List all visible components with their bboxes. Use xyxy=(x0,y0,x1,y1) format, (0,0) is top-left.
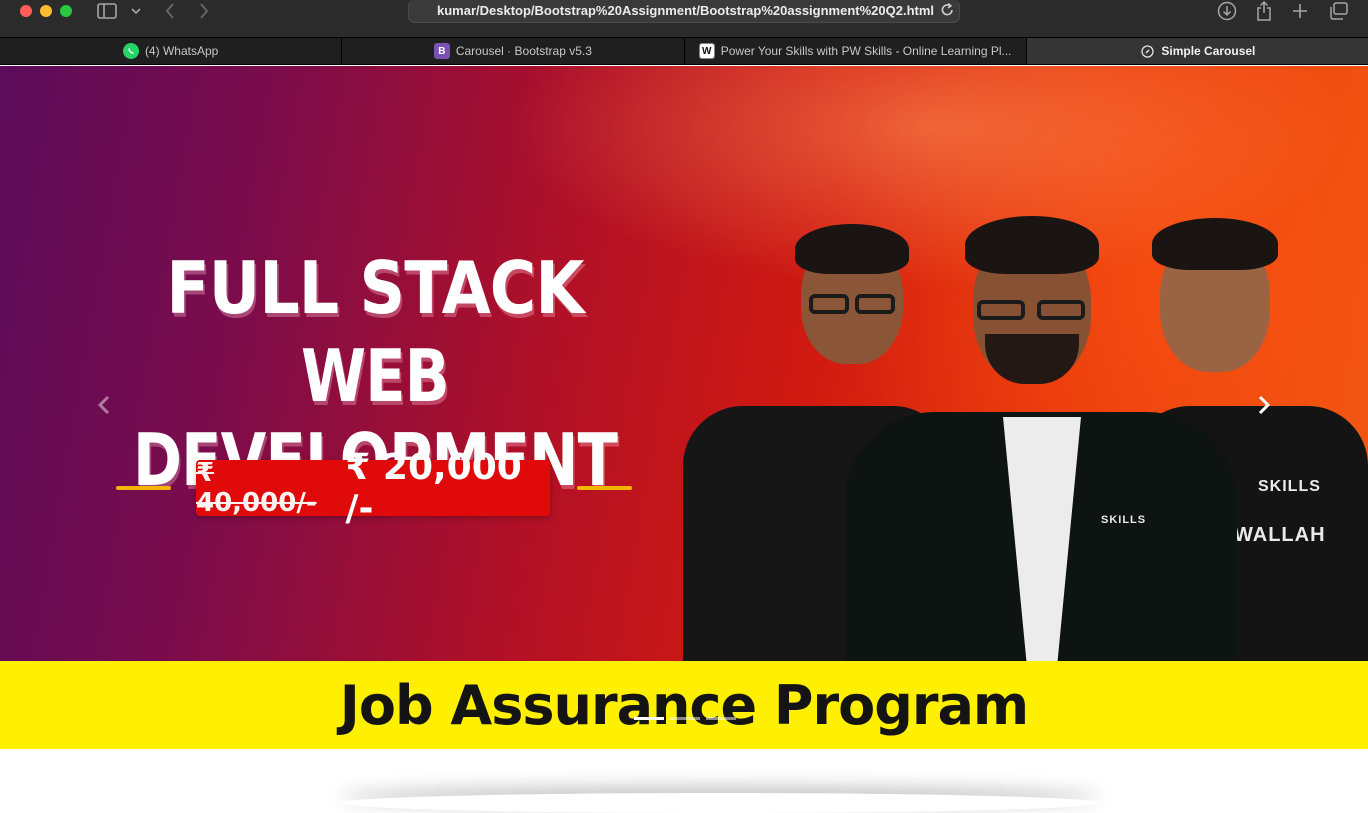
share-icon[interactable] xyxy=(1254,0,1274,22)
new-price: ₹ 20,000 /- xyxy=(345,447,522,529)
shirt-brand-text: WALLAH xyxy=(1234,524,1326,546)
url-text: kumar/Desktop/Bootstrap%20Assignment/Boo… xyxy=(437,3,935,18)
next-slide-shadow xyxy=(340,793,1100,813)
browser-titlebar: kumar/Desktop/Bootstrap%20Assignment/Boo… xyxy=(0,0,1368,37)
decorative-line xyxy=(577,486,632,490)
close-window-button[interactable] xyxy=(20,5,32,17)
tab-bootstrap-carousel[interactable]: B Carousel · Bootstrap v5.3 xyxy=(342,38,685,64)
carousel-next-button[interactable] xyxy=(1244,392,1284,422)
tab-overview-icon[interactable] xyxy=(1328,0,1350,22)
decorative-line xyxy=(116,486,171,490)
pw-skills-icon: W xyxy=(698,43,715,59)
chevron-down-icon[interactable] xyxy=(128,0,144,22)
downloads-icon[interactable] xyxy=(1216,0,1238,22)
compass-icon xyxy=(1139,43,1155,59)
carousel-indicator-1[interactable] xyxy=(634,717,664,720)
carousel-slide: FULL STACK WEB DEVELOPMENT ₹ 40,000/- ₹ … xyxy=(0,66,1368,749)
back-arrow-icon[interactable] xyxy=(160,0,180,22)
program-banner-text: Job Assurance Program xyxy=(339,673,1029,737)
bootstrap-icon: B xyxy=(433,43,450,59)
zoom-window-button[interactable] xyxy=(60,5,72,17)
tab-strip: (4) WhatsApp B Carousel · Bootstrap v5.3… xyxy=(0,37,1368,65)
headline-line-1: FULL STACK xyxy=(166,246,584,330)
page-content-below xyxy=(0,749,1368,802)
tab-label: Simple Carousel xyxy=(1161,44,1256,58)
carousel-indicator-2[interactable] xyxy=(670,717,700,720)
tab-pw-skills[interactable]: W Power Your Skills with PW Skills - Onl… xyxy=(685,38,1027,64)
tab-label: Power Your Skills with PW Skills - Onlin… xyxy=(720,44,1012,58)
program-banner: Job Assurance Program xyxy=(0,661,1368,749)
instructor-center-image: SKILLS xyxy=(845,212,1245,661)
tab-simple-carousel[interactable]: Simple Carousel xyxy=(1026,38,1368,64)
carousel-indicator-3[interactable] xyxy=(706,717,736,720)
address-bar[interactable]: kumar/Desktop/Bootstrap%20Assignment/Boo… xyxy=(408,0,960,23)
price-badge: ₹ 40,000/- ₹ 20,000 /- xyxy=(196,447,550,529)
reload-icon[interactable] xyxy=(941,2,954,22)
tab-whatsapp[interactable]: (4) WhatsApp xyxy=(0,38,343,64)
shirt-logo-text: SKILLS xyxy=(1258,478,1321,495)
minimize-window-button[interactable] xyxy=(40,5,52,17)
forward-arrow-icon[interactable] xyxy=(194,0,214,22)
carousel: FULL STACK WEB DEVELOPMENT ₹ 40,000/- ₹ … xyxy=(0,66,1368,749)
chevron-left-icon xyxy=(97,395,111,420)
chevron-right-icon xyxy=(1257,395,1271,420)
suit-logo-text: SKILLS xyxy=(1101,514,1147,526)
tab-label: Carousel · Bootstrap v5.3 xyxy=(455,44,592,58)
carousel-prev-button[interactable] xyxy=(84,392,124,422)
tab-label: (4) WhatsApp xyxy=(144,44,219,58)
whatsapp-icon xyxy=(122,43,139,59)
new-tab-icon[interactable] xyxy=(1290,0,1310,22)
old-price: ₹ 40,000/- xyxy=(196,458,317,518)
carousel-indicators xyxy=(634,717,736,720)
sidebar-toggle-icon[interactable] xyxy=(96,0,118,22)
